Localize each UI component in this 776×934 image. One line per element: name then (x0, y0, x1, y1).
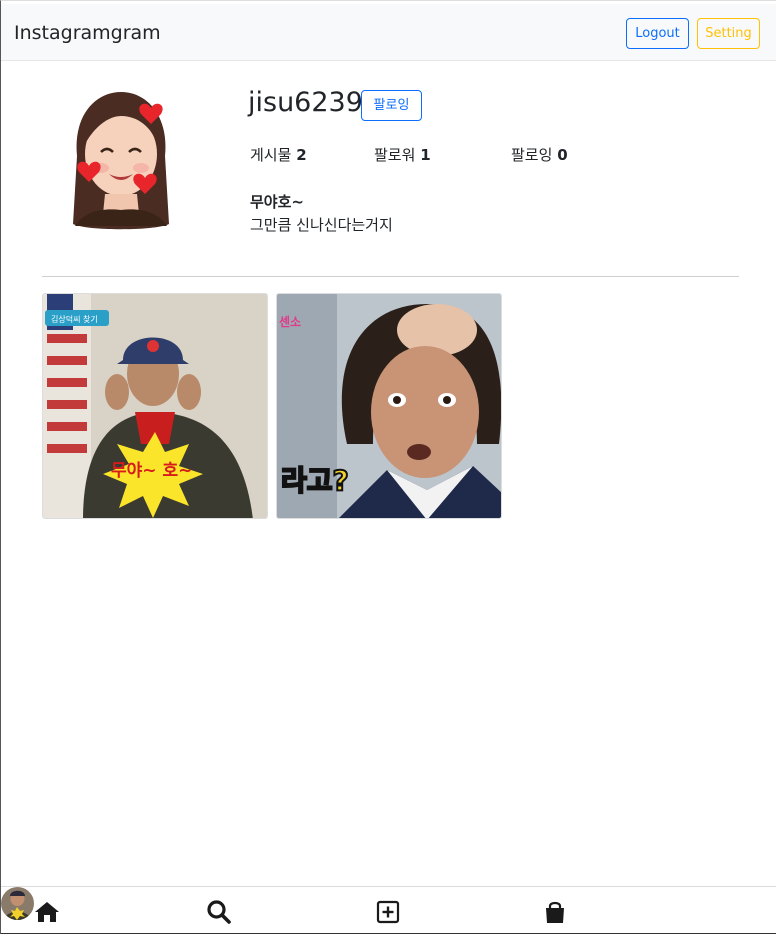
following-button[interactable]: 팔로잉 (361, 90, 422, 121)
following-label: 팔로잉 (511, 146, 553, 164)
profile-username: jisu6239 (248, 87, 363, 118)
search-icon[interactable] (206, 899, 232, 925)
post-tag-text: 김상덕씨 찾기 (51, 314, 98, 324)
bottom-navbar (1, 886, 776, 934)
bio-name: 무야호~ (250, 193, 304, 211)
followers-label: 팔로워 (374, 146, 416, 164)
post-caption-overlay: 라고? (281, 464, 349, 497)
shop-icon[interactable] (542, 899, 568, 925)
top-navbar: Instagramgram Logout Setting (1, 4, 776, 61)
profile-avatar-image[interactable] (65, 86, 177, 234)
posts-count: 2 (296, 146, 307, 164)
followers-count: 1 (420, 146, 431, 164)
profile-avatar[interactable] (1, 887, 34, 920)
post-thumbnail[interactable]: 김상덕씨 찾기 무야~ 호~ (42, 293, 268, 519)
bio-text: 그만큼 신나신다는거지 (250, 216, 393, 234)
posts-label: 게시물 (250, 146, 292, 164)
logout-button[interactable]: Logout (626, 18, 689, 49)
following-count: 0 (557, 146, 568, 164)
post-thumbnail[interactable]: 센소 라고? (276, 293, 502, 519)
add-post-icon[interactable] (375, 899, 401, 925)
following-count-stat[interactable]: 팔로잉 0 (511, 144, 568, 165)
setting-button[interactable]: Setting (697, 18, 760, 49)
home-icon[interactable] (34, 899, 60, 925)
post-tag-text: 센소 (279, 314, 301, 329)
post-caption-overlay: 무야~ 호~ (111, 461, 192, 481)
followers-count-stat[interactable]: 팔로워 1 (374, 144, 431, 165)
profile-divider (42, 276, 739, 277)
brand-logo[interactable]: Instagramgram (14, 22, 161, 44)
posts-count-stat: 게시물 2 (250, 144, 307, 165)
